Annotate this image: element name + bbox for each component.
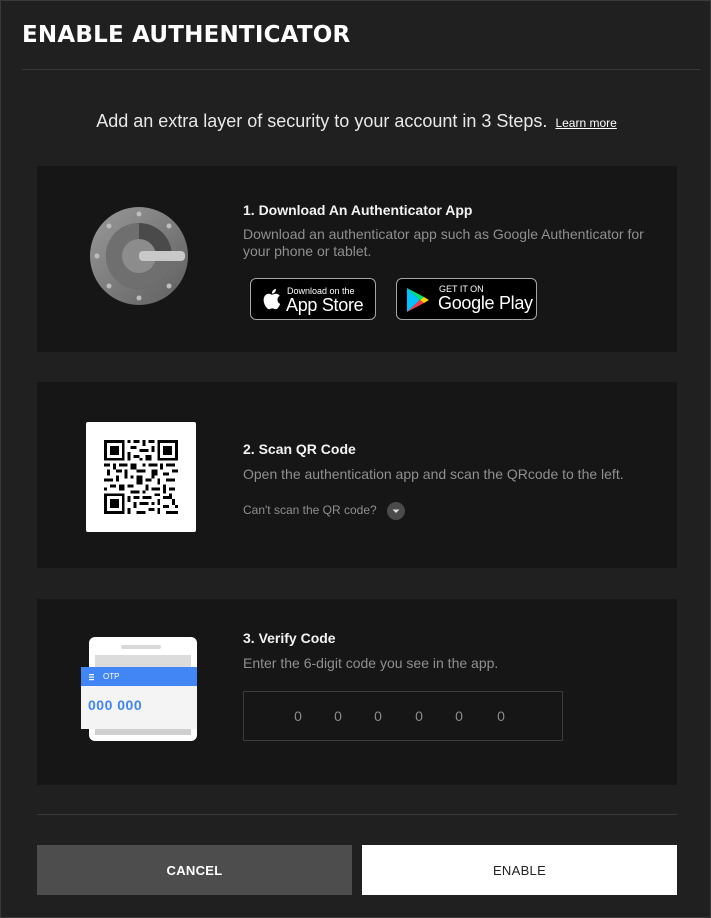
dialog-title: ENABLE AUTHENTICATOR bbox=[22, 22, 351, 48]
step1-title: 1. Download An Authenticator App bbox=[243, 202, 473, 218]
qr-code-image bbox=[104, 440, 178, 514]
app-store-button[interactable]: Download on the App Store bbox=[250, 278, 376, 320]
intro-text: Add an extra layer of security to your a… bbox=[96, 111, 548, 131]
step-verify-card: OTP 000 000 3. Verify Code Enter the 6-d… bbox=[37, 599, 677, 785]
otp-sample-code: 000 000 bbox=[88, 697, 143, 713]
code-digit-6[interactable]: 0 bbox=[494, 708, 508, 724]
verification-code-input[interactable]: 0 0 0 0 0 0 bbox=[243, 691, 563, 741]
step2-title: 2. Scan QR Code bbox=[243, 441, 356, 457]
google-play-icon bbox=[407, 288, 429, 312]
code-digit-3[interactable]: 0 bbox=[371, 708, 385, 724]
footer-divider bbox=[37, 814, 677, 815]
app-store-big-text: App Store bbox=[286, 295, 364, 315]
cant-scan-link[interactable]: Can't scan the QR code? bbox=[243, 503, 377, 517]
step3-description: Enter the 6-digit code you see in the ap… bbox=[243, 655, 499, 671]
otp-phone-illustration: OTP 000 000 bbox=[81, 637, 201, 747]
step1-description: Download an authenticator app such as Go… bbox=[243, 226, 644, 259]
code-digit-1[interactable]: 0 bbox=[291, 708, 305, 724]
step-scan-card: 2. Scan QR Code Open the authentication … bbox=[37, 382, 677, 568]
learn-more-link[interactable]: Learn more bbox=[555, 116, 616, 130]
header-divider bbox=[22, 69, 700, 70]
code-digit-4[interactable]: 0 bbox=[412, 708, 426, 724]
phone-icon bbox=[81, 637, 197, 741]
code-digit-5[interactable]: 0 bbox=[452, 708, 466, 724]
code-digit-2[interactable]: 0 bbox=[331, 708, 345, 724]
otp-header-label: OTP bbox=[103, 672, 120, 681]
google-authenticator-icon bbox=[90, 207, 188, 305]
google-play-button[interactable]: GET IT ON Google Play bbox=[396, 278, 537, 320]
cancel-button[interactable]: CANCEL bbox=[37, 845, 352, 895]
step3-title: 3. Verify Code bbox=[243, 630, 336, 646]
intro-line: Add an extra layer of security to your a… bbox=[1, 111, 711, 132]
chevron-down-icon[interactable] bbox=[387, 502, 405, 520]
authenticator-dialog: ENABLE AUTHENTICATOR Add an extra layer … bbox=[0, 0, 711, 918]
google-play-big-text: Google Play bbox=[438, 293, 533, 313]
enable-button[interactable]: ENABLE bbox=[362, 845, 677, 895]
apple-icon bbox=[263, 288, 281, 310]
qr-code bbox=[86, 422, 196, 532]
step-download-card: 1. Download An Authenticator App Downloa… bbox=[37, 166, 677, 352]
step2-description: Open the authentication app and scan the… bbox=[243, 466, 624, 482]
